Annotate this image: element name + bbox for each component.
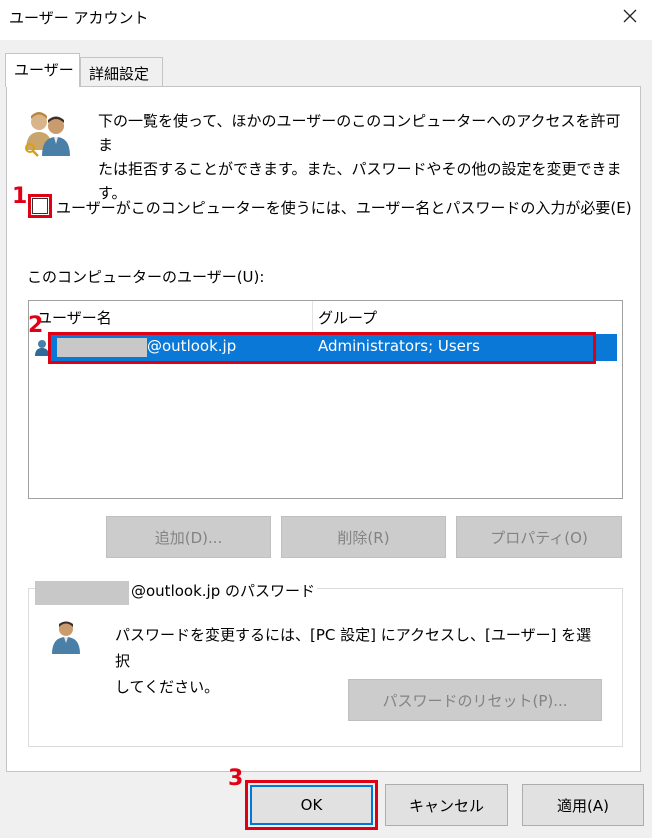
remove-user-button[interactable]: 削除(R) <box>281 516 446 558</box>
callout-number-3: 3 <box>228 766 244 791</box>
user-row-icon <box>35 340 49 356</box>
column-header-username[interactable]: ユーザー名 <box>37 307 112 328</box>
tab-advanced-label: 詳細設定 <box>89 65 150 83</box>
user-icon <box>52 621 80 654</box>
password-group-legend: @outlook.jp のパスワード <box>129 580 317 601</box>
column-header-group[interactable]: グループ <box>318 307 377 328</box>
description-line: 下の一覧を使って、ほかのユーザーのこのコンピューターへのアクセスを許可ま <box>98 112 621 154</box>
apply-button[interactable]: 適用(A) <box>522 784 644 826</box>
description-text: 下の一覧を使って、ほかのユーザーのこのコンピューターへのアクセスを許可ま たは拒… <box>98 109 628 205</box>
column-separator[interactable] <box>312 301 313 331</box>
users-list[interactable]: ユーザー名 グループ @outlook.jp Administrators; U… <box>28 300 623 499</box>
tab-advanced[interactable]: 詳細設定 <box>80 57 163 87</box>
password-help-text: パスワードを変更するには、[PC 設定] にアクセスし、[ユーザー] を選択 し… <box>115 622 605 700</box>
window-title: ユーザー アカウント <box>9 9 149 27</box>
row-username: @outlook.jp <box>147 337 237 355</box>
close-icon[interactable] <box>620 6 640 26</box>
title-bar: ユーザー アカウント <box>0 0 652 40</box>
add-user-button-label: 追加(D)... <box>154 528 223 547</box>
row-group: Administrators; Users <box>318 337 480 355</box>
ok-button[interactable]: OK <box>250 785 373 825</box>
callout-number-2: 2 <box>28 313 44 338</box>
users-icon <box>25 112 70 157</box>
table-row[interactable]: @outlook.jp Administrators; Users <box>51 334 617 361</box>
require-login-label[interactable]: ユーザーがこのコンピューターを使うには、ユーザー名とパスワードの入力が必要(E) <box>56 197 632 218</box>
properties-button-label: プロパティ(O) <box>490 528 588 547</box>
cancel-button[interactable]: キャンセル <box>385 784 508 826</box>
tab-users[interactable]: ユーザー <box>5 53 80 87</box>
password-help-line: してください。 <box>115 678 220 696</box>
password-help-line: パスワードを変更するには、[PC 設定] にアクセスし、[ユーザー] を選択 <box>115 626 592 670</box>
remove-user-button-label: 削除(R) <box>337 528 390 547</box>
redacted-account-name <box>35 581 129 605</box>
require-login-checkbox[interactable] <box>32 198 48 214</box>
callout-number-1: 1 <box>12 184 28 209</box>
add-user-button[interactable]: 追加(D)... <box>106 516 271 558</box>
ok-button-label: OK <box>300 796 323 814</box>
properties-button[interactable]: プロパティ(O) <box>456 516 622 558</box>
tab-users-label: ユーザー <box>14 61 74 79</box>
redacted-username <box>57 338 147 357</box>
apply-button-label: 適用(A) <box>557 796 609 815</box>
users-list-label: このコンピューターのユーザー(U): <box>27 268 265 286</box>
cancel-button-label: キャンセル <box>408 796 484 815</box>
description-line: たは拒否することができます。また、パスワードやその他の設定を変更できま <box>98 160 622 178</box>
